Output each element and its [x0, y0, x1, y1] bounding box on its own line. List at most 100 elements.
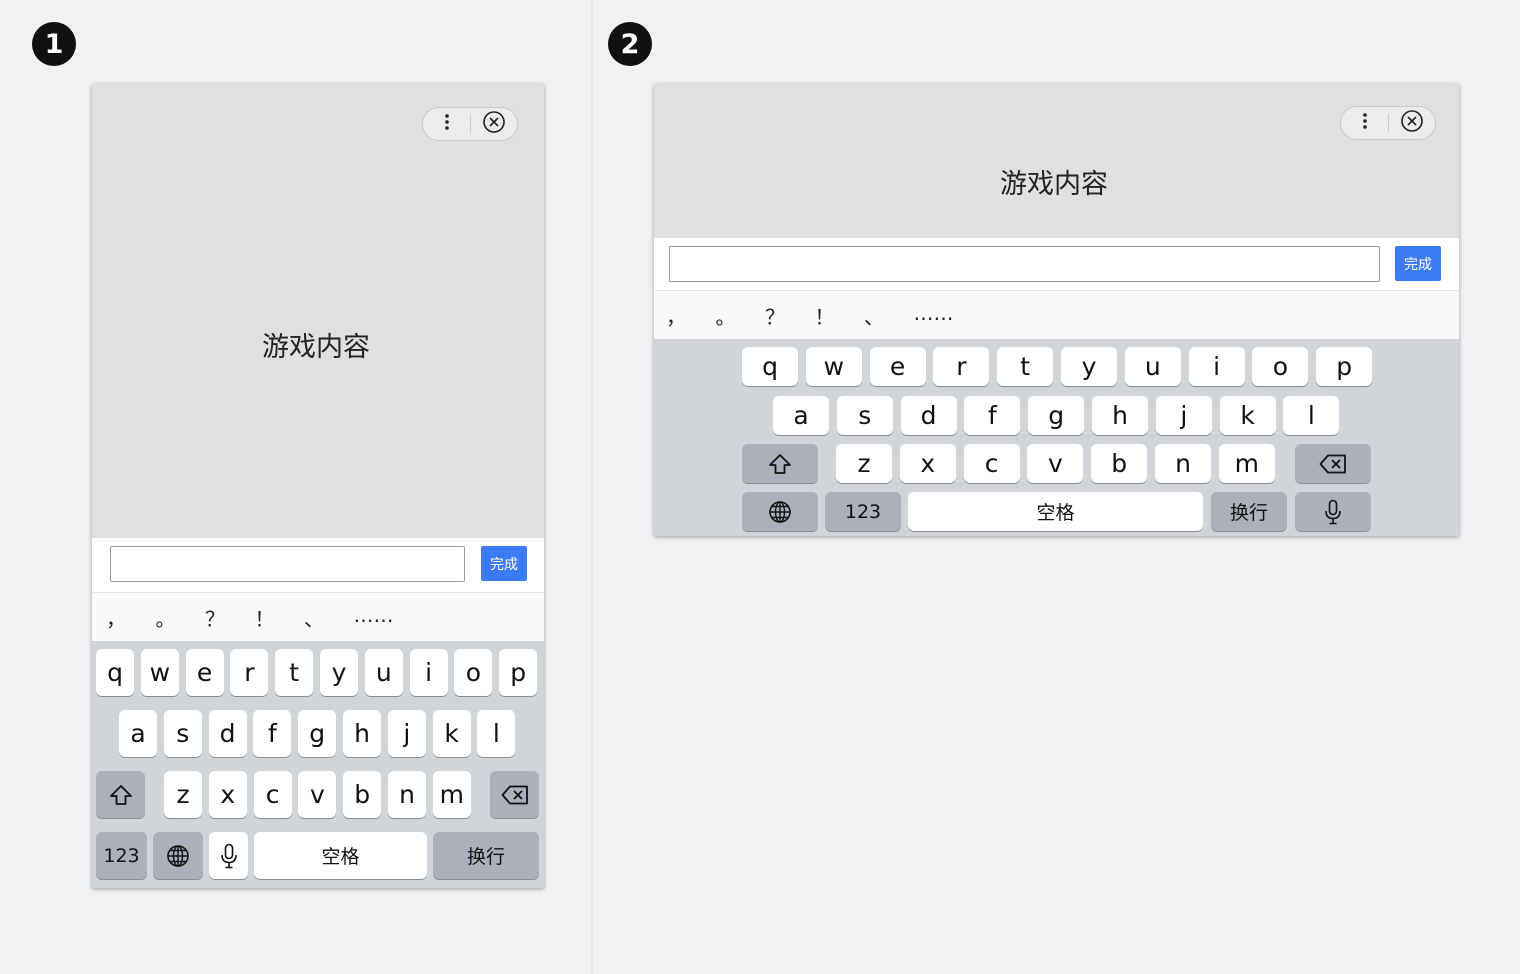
key-f[interactable]: f: [964, 396, 1021, 435]
shift-key[interactable]: [96, 771, 145, 818]
return-key[interactable]: 换行: [433, 832, 539, 879]
keyboard: q w e r t y u i o p a s d f g h j k l z x c v b n m 123 空格 换行: [654, 339, 1459, 536]
punctuation-bar: ， 。 ？ ！ 、 ……: [92, 592, 544, 641]
panel-divider: [591, 0, 593, 974]
key-m[interactable]: m: [432, 771, 471, 818]
close-button[interactable]: [1389, 107, 1435, 139]
key-y[interactable]: y: [1061, 347, 1117, 386]
more-icon: [444, 113, 450, 135]
step-badge-1: 1: [32, 22, 76, 66]
punctuation-key[interactable]: ？: [765, 301, 785, 330]
menu-capsule: [422, 107, 518, 141]
key-s[interactable]: s: [836, 396, 893, 435]
key-g[interactable]: g: [298, 710, 337, 757]
numbers-key[interactable]: 123: [825, 492, 901, 531]
punctuation-key[interactable]: ？: [205, 603, 225, 632]
key-e[interactable]: e: [869, 347, 926, 386]
key-i[interactable]: i: [409, 649, 448, 696]
more-button[interactable]: [423, 108, 470, 140]
key-b[interactable]: b: [343, 771, 382, 818]
key-r[interactable]: r: [933, 347, 990, 386]
key-j[interactable]: j: [387, 710, 426, 757]
key-c[interactable]: c: [963, 444, 1020, 483]
key-m[interactable]: m: [1218, 444, 1275, 483]
key-p[interactable]: p: [1316, 347, 1373, 386]
shift-icon: [768, 453, 792, 475]
more-button[interactable]: [1341, 107, 1388, 139]
globe-key[interactable]: [153, 832, 203, 879]
punctuation-key[interactable]: 、: [864, 301, 884, 330]
key-u[interactable]: u: [364, 649, 403, 696]
globe-key[interactable]: [742, 492, 818, 531]
key-v[interactable]: v: [298, 771, 337, 818]
key-d[interactable]: d: [900, 396, 957, 435]
text-input-field[interactable]: [669, 246, 1380, 282]
game-content-area: 游戏内容: [92, 84, 544, 538]
shift-key[interactable]: [742, 444, 818, 483]
key-d[interactable]: d: [208, 710, 247, 757]
key-q[interactable]: q: [96, 649, 134, 696]
input-bar: 完成: [654, 238, 1459, 290]
punctuation-key[interactable]: ！: [815, 301, 835, 330]
key-w[interactable]: w: [140, 649, 179, 696]
key-o[interactable]: o: [454, 649, 493, 696]
key-q[interactable]: q: [742, 347, 798, 386]
input-bar: 完成: [92, 538, 544, 592]
punctuation-key[interactable]: ……: [354, 603, 394, 627]
microphone-icon: [1324, 499, 1342, 525]
key-h[interactable]: h: [343, 710, 381, 757]
key-l[interactable]: l: [477, 710, 516, 757]
punctuation-key[interactable]: 、: [304, 603, 324, 632]
key-a[interactable]: a: [773, 396, 829, 435]
microphone-key[interactable]: [209, 832, 248, 879]
return-key[interactable]: 换行: [1211, 492, 1287, 531]
punctuation-key[interactable]: 。: [716, 301, 736, 330]
space-key[interactable]: 空格: [908, 492, 1203, 531]
close-button[interactable]: [471, 108, 517, 140]
punctuation-key[interactable]: ，: [666, 301, 686, 330]
key-e[interactable]: e: [185, 649, 224, 696]
key-k[interactable]: k: [1219, 396, 1276, 435]
key-x[interactable]: x: [208, 771, 247, 818]
key-a[interactable]: a: [119, 710, 157, 757]
key-b[interactable]: b: [1091, 444, 1148, 483]
space-key[interactable]: 空格: [254, 832, 427, 879]
key-o[interactable]: o: [1252, 347, 1309, 386]
key-u[interactable]: u: [1124, 347, 1181, 386]
key-c[interactable]: c: [253, 771, 292, 818]
punctuation-key[interactable]: ！: [255, 603, 275, 632]
key-h[interactable]: h: [1092, 396, 1148, 435]
key-n[interactable]: n: [388, 771, 426, 818]
key-z[interactable]: z: [164, 771, 202, 818]
key-y[interactable]: y: [320, 649, 358, 696]
key-l[interactable]: l: [1283, 396, 1340, 435]
numbers-key[interactable]: 123: [96, 832, 147, 879]
key-x[interactable]: x: [899, 444, 956, 483]
menu-capsule: [1340, 106, 1436, 140]
key-j[interactable]: j: [1155, 396, 1212, 435]
key-n[interactable]: n: [1155, 444, 1211, 483]
key-s[interactable]: s: [163, 710, 202, 757]
backspace-key[interactable]: [1295, 444, 1371, 483]
key-g[interactable]: g: [1028, 396, 1085, 435]
text-input-field[interactable]: [110, 546, 465, 582]
globe-icon: [166, 844, 190, 868]
key-i[interactable]: i: [1188, 347, 1245, 386]
done-button[interactable]: 完成: [1395, 246, 1441, 281]
close-circle-icon: [482, 110, 506, 138]
punctuation-key[interactable]: ，: [106, 603, 126, 632]
done-button[interactable]: 完成: [481, 546, 527, 581]
key-f[interactable]: f: [253, 710, 292, 757]
key-w[interactable]: w: [805, 347, 862, 386]
key-v[interactable]: v: [1027, 444, 1084, 483]
punctuation-key[interactable]: ……: [914, 301, 954, 325]
key-t[interactable]: t: [997, 347, 1054, 386]
punctuation-key[interactable]: 。: [156, 603, 176, 632]
key-k[interactable]: k: [432, 710, 471, 757]
key-t[interactable]: t: [275, 649, 314, 696]
key-p[interactable]: p: [499, 649, 538, 696]
backspace-key[interactable]: [490, 771, 539, 818]
microphone-key[interactable]: [1295, 492, 1371, 531]
key-r[interactable]: r: [230, 649, 269, 696]
key-z[interactable]: z: [836, 444, 892, 483]
